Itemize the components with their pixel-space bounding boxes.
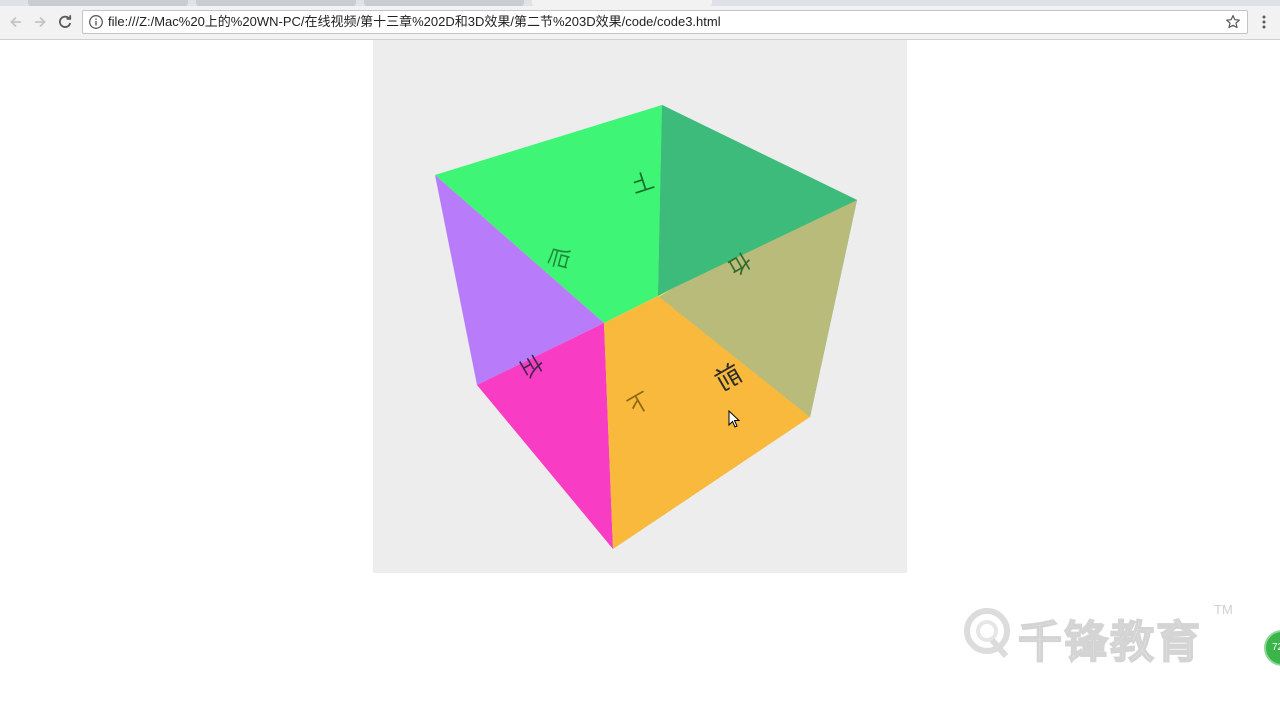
cube-stage: 上 右 后 左 下 前 (373, 40, 907, 573)
kebab-menu-icon (1262, 15, 1266, 29)
brand-logo-icon (964, 608, 1010, 658)
watermark-tm: TM (1214, 602, 1233, 617)
browser-toolbar: file:///Z:/Mac%20上的%20WN-PC/在线视频/第十三章%20… (0, 6, 1280, 40)
watermark-text: 千锋教育 (1017, 616, 1202, 669)
address-bar[interactable]: file:///Z:/Mac%20上的%20WN-PC/在线视频/第十三章%20… (82, 10, 1248, 34)
reload-button[interactable] (53, 10, 77, 34)
floating-badge-text: 72 (1272, 642, 1280, 653)
arrow-right-icon (35, 16, 46, 28)
url-text[interactable]: file:///Z:/Mac%20上的%20WN-PC/在线视频/第十三章%20… (108, 14, 721, 30)
floating-badge[interactable]: 72 (1264, 630, 1280, 666)
arrow-left-icon (10, 16, 21, 28)
forward-button[interactable] (28, 10, 52, 34)
bookmark-star-icon[interactable] (1225, 14, 1241, 30)
browser-menu-button[interactable] (1254, 10, 1274, 34)
cube: 上 右 后 左 下 前 (435, 105, 857, 549)
brand-watermark: 千锋教育 TM (962, 602, 1242, 669)
back-button[interactable] (4, 10, 28, 34)
info-icon[interactable] (88, 14, 104, 30)
reload-icon (59, 15, 72, 28)
